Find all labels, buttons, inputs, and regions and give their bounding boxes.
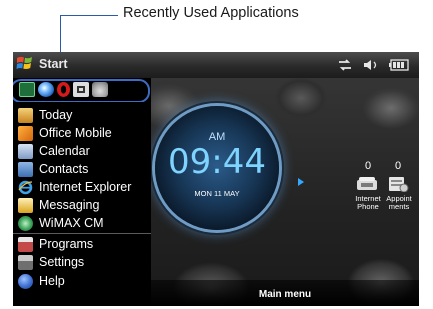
main-menu-softkey[interactable]: Main menu (151, 289, 419, 300)
callout-label: Recently Used Applications (123, 5, 299, 21)
menu-label-calendar: Calendar (39, 144, 90, 158)
help-icon (18, 274, 33, 289)
menu-label-office-mobile: Office Mobile (39, 126, 112, 140)
callout-line-horizontal (60, 15, 118, 16)
menu-item-messaging[interactable]: Messaging (13, 196, 151, 216)
title-bar: Start (13, 52, 419, 78)
calendar-icon (18, 144, 33, 159)
recent-apps-list (19, 82, 108, 97)
contacts-icon (18, 162, 33, 177)
recent-app-blue-orb-icon[interactable] (38, 82, 54, 97)
recent-app-green-icon[interactable] (19, 82, 35, 97)
clock-time: 09:44 (168, 142, 266, 182)
menu-item-office-mobile[interactable]: Office Mobile (13, 124, 151, 144)
menu-item-programs[interactable]: Programs (13, 235, 151, 255)
appointments-label[interactable]: Appoint ments (379, 195, 419, 211)
recent-app-opera-icon[interactable] (57, 82, 70, 97)
menu-label-contacts: Contacts (39, 162, 89, 176)
internet-phone-icon[interactable] (356, 176, 378, 192)
menu-item-calendar[interactable]: Calendar (13, 142, 151, 162)
office-icon (18, 126, 33, 141)
menu-item-wimax-cm[interactable]: WiMAX CM (13, 214, 151, 234)
programs-icon (18, 237, 33, 252)
menu-label-settings: Settings (39, 255, 85, 269)
menu-label-today: Today (39, 108, 73, 122)
internet-explorer-icon (18, 180, 33, 195)
status-icons (337, 55, 409, 75)
appointments-count: 0 (394, 160, 402, 172)
menu-item-help[interactable]: Help (13, 272, 151, 292)
recent-app-camera-icon[interactable] (73, 82, 89, 97)
menu-label-messaging: Messaging (39, 198, 100, 212)
menu-item-today[interactable]: Today (13, 106, 151, 126)
connectivity-icon[interactable] (337, 59, 353, 71)
wimax-icon (18, 216, 33, 231)
internet-phone-count: 0 (364, 160, 372, 172)
clock-date: MON 11 MAY (194, 189, 240, 198)
windows-logo-icon[interactable] (16, 55, 33, 72)
recent-app-phone-icon[interactable] (92, 82, 108, 97)
volume-icon[interactable] (363, 59, 379, 71)
arrow-icon (298, 178, 304, 186)
home-panel: AM 09:44 MON 11 MAY 0 Internet Phone 0 A… (151, 78, 419, 306)
menu-item-contacts[interactable]: Contacts (13, 160, 151, 180)
battery-icon[interactable] (389, 59, 409, 71)
menu-label-internet-explorer: Internet Explorer (39, 180, 132, 194)
start-label[interactable]: Start (39, 57, 67, 71)
appointments-icon[interactable] (387, 176, 409, 192)
menu-item-settings[interactable]: Settings (13, 253, 151, 273)
settings-icon (18, 255, 33, 270)
messaging-icon (18, 198, 33, 213)
today-icon (18, 108, 33, 123)
menu-label-wimax-cm: WiMAX CM (39, 216, 104, 230)
appointments-label-line2: ments (388, 202, 410, 211)
menu-label-programs: Programs (39, 237, 94, 251)
menu-separator (13, 233, 151, 234)
clock-widget[interactable]: AM 09:44 MON 11 MAY (155, 106, 279, 230)
start-menu: Today Office Mobile Calendar Contacts In… (13, 102, 151, 306)
menu-item-internet-explorer[interactable]: Internet Explorer (13, 178, 151, 198)
menu-label-help: Help (39, 274, 65, 288)
phone-screen: Start Today Office Mobile Calendar Conta… (13, 52, 419, 306)
